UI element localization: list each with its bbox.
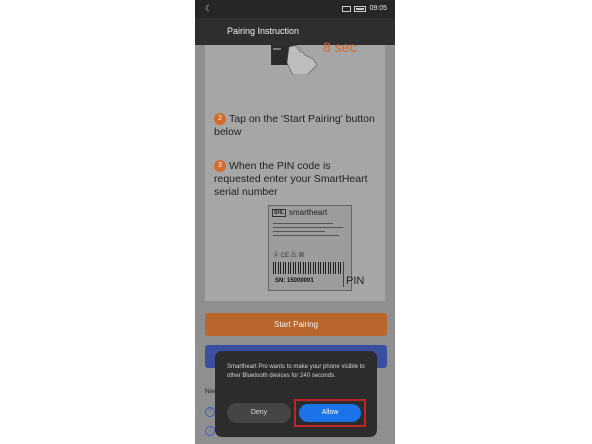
- do-not-disturb-icon: ☾: [205, 4, 213, 13]
- status-bar-right: 09:05: [342, 5, 387, 12]
- step-number-badge: 2: [214, 113, 226, 125]
- info-icon[interactable]: i: [205, 426, 215, 436]
- status-bar: ☾ 09:05: [195, 0, 395, 18]
- shl-logo: SHL: [272, 209, 286, 217]
- pin-label: PIN: [346, 275, 365, 287]
- phone-screen: ☾ 09:05 Pairing Instruction 8 sec 2 Tap o…: [195, 0, 395, 444]
- instruction-card: 8 sec 2 Tap on the 'Start Pairing' button…: [205, 39, 385, 301]
- start-pairing-button[interactable]: Start Pairing: [205, 313, 387, 336]
- allow-button[interactable]: Allow: [299, 404, 361, 422]
- battery-icon: [354, 5, 367, 12]
- step-number-badge: 3: [214, 160, 226, 172]
- label-symbols: ⓑ CE ⚠ ▦: [273, 253, 305, 259]
- barcode: [273, 262, 345, 274]
- hand-press-device-illustration: [271, 45, 318, 75]
- main-content[interactable]: 8 sec 2 Tap on the 'Start Pairing' button…: [195, 39, 395, 444]
- bluetooth-visibility-dialog: Smartheart Pro wants to make your phone …: [215, 351, 377, 437]
- deny-button[interactable]: Deny: [227, 403, 291, 423]
- status-time: 09:05: [369, 5, 387, 12]
- step-2: 2 Tap on the 'Start Pairing' button below: [214, 113, 379, 139]
- help-question-icon[interactable]: ?: [205, 407, 215, 417]
- label-brand: smartheart: [289, 208, 328, 217]
- allow-highlight-box: Allow: [294, 399, 366, 427]
- app-bar: Pairing Instruction: [195, 18, 395, 45]
- step-text: When the PIN code is requested enter you…: [214, 160, 368, 198]
- page-title: Pairing Instruction: [227, 26, 300, 36]
- serial-number-label-image: SHL smartheart ⓑ CE ⚠ ▦ SN: 15000001: [268, 205, 352, 291]
- signal-icon: [342, 5, 352, 12]
- timer-text: 8 sec: [323, 39, 357, 55]
- pin-pointer-line: [343, 263, 344, 287]
- label-serial-number: SN: 15000001: [275, 278, 314, 284]
- step-text: Tap on the 'Start Pairing' button below: [214, 113, 375, 138]
- dialog-message: Smartheart Pro wants to make your phone …: [227, 364, 365, 379]
- label-fine-print: [273, 220, 345, 250]
- step-3: 3 When the PIN code is requested enter yo…: [214, 160, 379, 199]
